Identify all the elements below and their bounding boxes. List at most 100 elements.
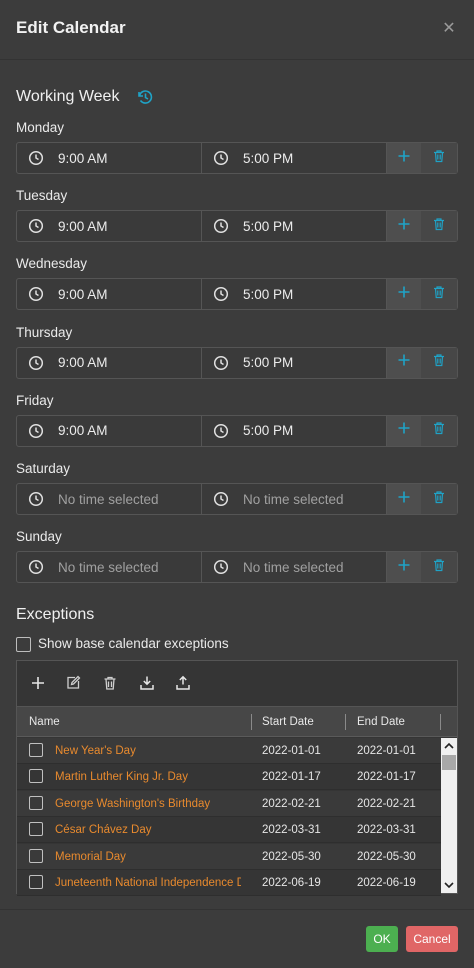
- end-time-field[interactable]: 5:00 PM: [202, 143, 387, 173]
- start-time-field[interactable]: No time selected: [17, 484, 202, 514]
- end-time-field[interactable]: 5:00 PM: [202, 415, 387, 446]
- exception-start-date: 2022-05-30: [262, 850, 321, 863]
- end-time-field[interactable]: 5:00 PM: [202, 279, 387, 310]
- scroll-down-icon[interactable]: [441, 877, 457, 893]
- start-time-field[interactable]: 9:00 AM: [17, 143, 202, 173]
- history-icon[interactable]: [136, 88, 154, 106]
- export-icon[interactable]: [175, 675, 191, 691]
- grid-header: Name Start Date End Date: [17, 706, 457, 737]
- clock-icon: [213, 150, 229, 166]
- exception-end-date: 2022-02-21: [357, 797, 416, 810]
- exception-name: New Year's Day: [55, 745, 136, 757]
- end-time-field[interactable]: No time selected: [202, 552, 387, 583]
- end-time-value: 5:00 PM: [243, 150, 294, 166]
- start-time-field[interactable]: 9:00 AM: [17, 347, 202, 378]
- show-base-exceptions-checkbox[interactable]: [16, 637, 31, 652]
- exception-name: Memorial Day: [55, 850, 126, 863]
- exception-start-date: 2022-02-21: [262, 797, 321, 810]
- scroll-thumb[interactable]: [442, 755, 456, 770]
- start-time-value: 9:00 AM: [58, 150, 108, 166]
- clock-icon: [28, 560, 44, 575]
- row-checkbox[interactable]: [29, 769, 43, 784]
- trash-icon: [432, 558, 446, 577]
- working-week-title: Working Week: [16, 88, 120, 105]
- grid-scrollbar[interactable]: [441, 738, 457, 893]
- clock-icon: [213, 355, 229, 370]
- delete-time-button[interactable]: [421, 484, 457, 514]
- close-icon[interactable]: ✕: [440, 20, 458, 38]
- add-time-button[interactable]: [387, 143, 421, 173]
- add-time-button[interactable]: [387, 211, 421, 242]
- exception-name: César Chávez Day: [55, 824, 152, 837]
- column-header-end-date[interactable]: End Date: [357, 716, 405, 728]
- delete-icon[interactable]: [102, 675, 118, 691]
- add-time-button[interactable]: [387, 552, 421, 583]
- plus-icon: [397, 217, 411, 236]
- clock-icon: [213, 423, 229, 438]
- start-time-value: 9:00 AM: [58, 218, 108, 234]
- start-time-field[interactable]: 9:00 AM: [17, 415, 202, 446]
- day-time-row: 9:00 AM 5:00 PM: [16, 278, 458, 311]
- delete-time-button[interactable]: [421, 143, 457, 173]
- day-label: Sunday: [16, 529, 62, 545]
- start-time-field[interactable]: No time selected: [17, 552, 202, 583]
- table-row[interactable]: George Washington's Birthday 2022-02-21 …: [17, 790, 441, 817]
- add-time-button[interactable]: [387, 347, 421, 378]
- column-separator[interactable]: [440, 714, 441, 730]
- add-icon[interactable]: [30, 675, 46, 691]
- exception-end-date: 2022-01-17: [357, 771, 416, 784]
- cancel-button[interactable]: Cancel: [406, 926, 458, 952]
- column-header-name[interactable]: Name: [29, 716, 60, 728]
- row-checkbox[interactable]: [29, 795, 43, 810]
- dialog-header: Edit Calendar ✕: [0, 0, 474, 60]
- start-time-field[interactable]: 9:00 AM: [17, 279, 202, 310]
- clock-icon: [28, 219, 44, 234]
- end-time-field[interactable]: 5:00 PM: [202, 347, 387, 378]
- trash-icon: [432, 421, 446, 440]
- end-time-field[interactable]: No time selected: [202, 484, 387, 514]
- delete-time-button[interactable]: [421, 279, 457, 310]
- exception-end-date: 2022-03-31: [357, 824, 416, 837]
- row-checkbox[interactable]: [29, 848, 43, 863]
- delete-time-button[interactable]: [421, 415, 457, 446]
- show-base-exceptions-label: Show base calendar exceptions: [38, 636, 229, 651]
- plus-icon: [397, 421, 411, 440]
- start-time-value: No time selected: [58, 491, 159, 507]
- table-row[interactable]: Juneteenth National Independence Day 202…: [17, 870, 441, 896]
- exceptions-title: Exceptions: [16, 606, 95, 623]
- row-checkbox[interactable]: [29, 743, 43, 757]
- column-separator[interactable]: [251, 714, 252, 730]
- import-icon[interactable]: [139, 675, 155, 691]
- scroll-up-icon[interactable]: [441, 738, 457, 754]
- start-time-value: No time selected: [58, 559, 159, 575]
- column-header-start-date[interactable]: Start Date: [262, 716, 314, 728]
- day-time-row: No time selected No time selected: [16, 483, 458, 515]
- column-separator[interactable]: [345, 714, 346, 730]
- add-time-button[interactable]: [387, 484, 421, 514]
- row-checkbox[interactable]: [29, 822, 43, 837]
- ok-button[interactable]: OK: [366, 926, 398, 952]
- clock-icon: [213, 287, 229, 302]
- delete-time-button[interactable]: [421, 211, 457, 242]
- plus-icon: [397, 490, 411, 509]
- edit-icon[interactable]: [65, 675, 81, 691]
- row-checkbox[interactable]: [29, 875, 43, 889]
- add-time-button[interactable]: [387, 415, 421, 446]
- end-time-field[interactable]: 5:00 PM: [202, 211, 387, 242]
- exception-name: George Washington's Birthday: [55, 797, 211, 810]
- plus-icon: [397, 353, 411, 372]
- delete-time-button[interactable]: [421, 347, 457, 378]
- end-time-value: 5:00 PM: [243, 423, 294, 439]
- trash-icon: [432, 149, 446, 168]
- end-time-value: No time selected: [243, 559, 344, 575]
- start-time-field[interactable]: 9:00 AM: [17, 211, 202, 242]
- day-label: Thursday: [16, 324, 73, 340]
- table-row[interactable]: Martin Luther King Jr. Day 2022-01-17 20…: [17, 764, 441, 791]
- day-time-row: 9:00 AM 5:00 PM: [16, 414, 458, 447]
- clock-icon: [28, 491, 44, 507]
- table-row[interactable]: New Year's Day 2022-01-01 2022-01-01: [17, 738, 441, 764]
- table-row[interactable]: Memorial Day 2022-05-30 2022-05-30: [17, 843, 441, 870]
- add-time-button[interactable]: [387, 279, 421, 310]
- table-row[interactable]: César Chávez Day 2022-03-31 2022-03-31: [17, 817, 441, 844]
- delete-time-button[interactable]: [421, 552, 457, 583]
